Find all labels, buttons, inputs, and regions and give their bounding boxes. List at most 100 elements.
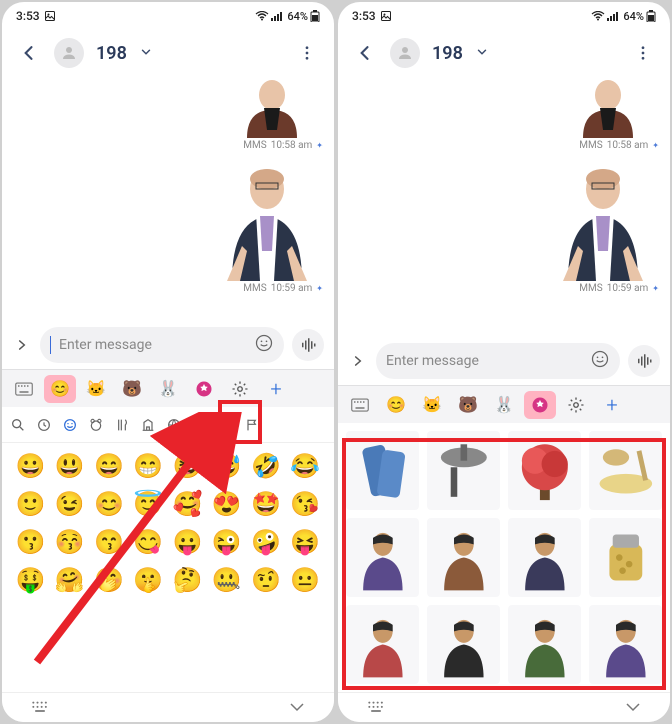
custom-sticker[interactable] (346, 518, 419, 597)
symbols-category[interactable]: !? (218, 417, 234, 433)
settings-tab[interactable] (560, 391, 592, 419)
emoji-cell[interactable]: 🥰 (169, 487, 206, 521)
recent-category[interactable] (36, 417, 52, 433)
emoji-cell[interactable]: 🙂 (12, 487, 49, 521)
contact-name[interactable]: 198 (432, 43, 463, 64)
back-button[interactable] (348, 36, 382, 70)
sent-sticker-1[interactable] (222, 80, 322, 138)
emoji-cell[interactable]: 😉 (51, 487, 88, 521)
emoji-cell[interactable]: 😜 (208, 525, 245, 559)
custom-sticker[interactable] (589, 431, 662, 510)
keyboard-toggle-icon[interactable] (344, 391, 376, 419)
emoji-picker-button[interactable] (254, 333, 274, 357)
custom-sticker[interactable] (589, 605, 662, 684)
emoji-cell[interactable]: 🤑 (12, 563, 49, 597)
custom-sticker[interactable] (508, 605, 581, 684)
emoji-cell[interactable]: 😄 (91, 449, 128, 483)
avatar[interactable] (54, 38, 84, 68)
emoji-cell[interactable]: 😚 (51, 525, 88, 559)
emoji-tab[interactable]: 😊 (380, 391, 412, 419)
add-tab[interactable]: + (596, 391, 628, 419)
custom-sticker[interactable] (427, 518, 500, 597)
voice-button[interactable] (292, 329, 324, 361)
cat-tab[interactable]: 🐱 (416, 391, 448, 419)
emoji-cell[interactable]: 😆 (169, 449, 206, 483)
emoji-cell[interactable]: 🤗 (51, 563, 88, 597)
emoji-cell[interactable]: 😃 (51, 449, 88, 483)
custom-sticker[interactable] (346, 605, 419, 684)
emoji-cell[interactable]: 🤩 (248, 487, 285, 521)
bear-tab[interactable]: 🐻 (452, 391, 484, 419)
gallery-sticker-tab[interactable] (188, 375, 220, 403)
activity-category[interactable] (166, 417, 182, 433)
custom-sticker[interactable] (508, 518, 581, 597)
emoji-tab[interactable]: 😊 (44, 375, 76, 403)
flags-category[interactable] (244, 417, 260, 433)
chevron-down-icon[interactable] (139, 44, 153, 63)
chevron-down-icon[interactable] (475, 44, 489, 63)
custom-sticker[interactable] (346, 431, 419, 510)
sent-sticker-2[interactable] (548, 161, 658, 281)
custom-sticker[interactable] (589, 518, 662, 597)
food-category[interactable] (114, 417, 130, 433)
emoji-cell[interactable]: 🤨 (248, 563, 285, 597)
message-input[interactable]: Enter message (40, 327, 284, 363)
objects-category[interactable] (192, 417, 208, 433)
smileys-category[interactable] (62, 417, 78, 433)
add-tab[interactable]: + (260, 375, 292, 403)
keyboard-switch-icon[interactable] (366, 698, 386, 717)
cat-tab[interactable]: 🐱 (80, 375, 112, 403)
collapse-keyboard-icon[interactable] (624, 698, 642, 717)
emoji-cell[interactable]: 😂 (287, 449, 324, 483)
back-button[interactable] (12, 36, 46, 70)
emoji-cell[interactable]: 😇 (130, 487, 167, 521)
emoji-picker-button[interactable] (590, 349, 610, 373)
expand-button[interactable] (12, 338, 32, 352)
wifi-icon (255, 11, 269, 21)
gallery-sticker-tab[interactable] (524, 391, 556, 419)
phone-right: 3:53 64% 198 MMS 10:58 am (338, 2, 670, 722)
settings-tab[interactable] (224, 375, 256, 403)
emoji-cell[interactable]: 😁 (130, 449, 167, 483)
rabbit-tab[interactable]: 🐰 (488, 391, 520, 419)
emoji-cell[interactable]: 😝 (287, 525, 324, 559)
emoji-cell[interactable]: 🤪 (248, 525, 285, 559)
emoji-cell[interactable]: 🤫 (130, 563, 167, 597)
bear-tab[interactable]: 🐻 (116, 375, 148, 403)
keyboard-switch-icon[interactable] (30, 698, 50, 717)
sent-sticker-1[interactable] (558, 80, 658, 138)
emoji-cell[interactable]: 🤭 (91, 563, 128, 597)
emoji-cell[interactable]: 😋 (130, 525, 167, 559)
expand-button[interactable] (348, 354, 368, 368)
emoji-cell[interactable]: 😗 (12, 525, 49, 559)
message-input[interactable]: Enter message (376, 343, 620, 379)
emoji-cell[interactable]: 🤔 (169, 563, 206, 597)
voice-button[interactable] (628, 345, 660, 377)
search-category[interactable] (10, 417, 26, 433)
emoji-cell[interactable]: 🤐 (208, 563, 245, 597)
contact-name[interactable]: 198 (96, 43, 127, 64)
emoji-cell[interactable]: 😅 (208, 449, 245, 483)
keyboard-toggle-icon[interactable] (8, 375, 40, 403)
battery-icon (310, 10, 320, 22)
animals-category[interactable] (88, 417, 104, 433)
input-bar: Enter message (2, 321, 334, 369)
emoji-cell[interactable]: 😐 (287, 563, 324, 597)
emoji-cell[interactable]: 😘 (287, 487, 324, 521)
custom-sticker[interactable] (427, 431, 500, 510)
custom-sticker[interactable] (508, 431, 581, 510)
emoji-cell[interactable]: 🤣 (248, 449, 285, 483)
sent-sticker-2[interactable] (212, 161, 322, 281)
more-button[interactable] (626, 36, 660, 70)
avatar[interactable] (390, 38, 420, 68)
emoji-cell[interactable]: 😀 (12, 449, 49, 483)
emoji-cell[interactable]: 😛 (169, 525, 206, 559)
emoji-cell[interactable]: 😍 (208, 487, 245, 521)
custom-sticker[interactable] (427, 605, 500, 684)
emoji-cell[interactable]: 😊 (91, 487, 128, 521)
travel-category[interactable] (140, 417, 156, 433)
emoji-cell[interactable]: 😙 (91, 525, 128, 559)
collapse-keyboard-icon[interactable] (288, 698, 306, 717)
more-button[interactable] (290, 36, 324, 70)
rabbit-tab[interactable]: 🐰 (152, 375, 184, 403)
